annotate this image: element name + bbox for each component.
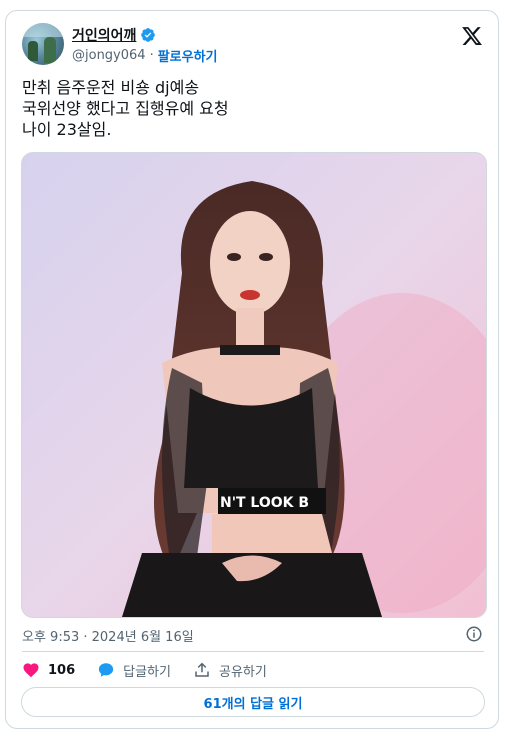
reply-button[interactable]: 답글하기 [97,661,171,680]
divider [22,651,484,652]
speech-bubble-icon [99,663,114,677]
share-button[interactable]: 공유하기 [193,661,267,680]
avatar[interactable] [22,23,64,65]
x-logo-icon[interactable] [461,25,483,47]
heart-icon [23,663,39,678]
reply-label: 답글하기 [123,664,171,680]
share-label: 공유하기 [218,664,267,680]
tweet-text: 만취 음주운전 비숑 dj예송 국위선양 했다고 집행유예 요청 나이 23살임… [22,78,229,139]
action-bar: 106 답글하기 공유하기 [22,659,289,681]
display-name[interactable]: 거인의어깨 [72,25,136,45]
handle[interactable]: @jongy064 [72,48,146,63]
like-count: 106 [48,662,76,678]
info-icon[interactable] [465,625,483,643]
read-replies-button[interactable]: 61개의 답글 읽기 [21,687,485,717]
photo-illustration: N'T LOOK B [22,153,486,617]
verified-badge-icon [140,27,156,43]
tweet-card: 거인의어깨 @jongy064 · 팔로우하기 만취 음주운전 비숑 dj예송 … [5,10,499,729]
author-name-row: 거인의어깨 [72,25,156,45]
follow-button[interactable]: 팔로우하기 [158,46,218,65]
handle-row: @jongy064 · 팔로우하기 [72,46,218,65]
tweet-photo[interactable]: N'T LOOK B [21,152,487,618]
separator: · [149,48,154,63]
share-upload-icon [195,662,209,677]
timestamp[interactable]: 오후 9:53 · 2024년 6월 16일 [22,626,194,645]
like-button[interactable]: 106 [22,661,75,679]
shirt-text: N'T LOOK B [220,495,309,511]
